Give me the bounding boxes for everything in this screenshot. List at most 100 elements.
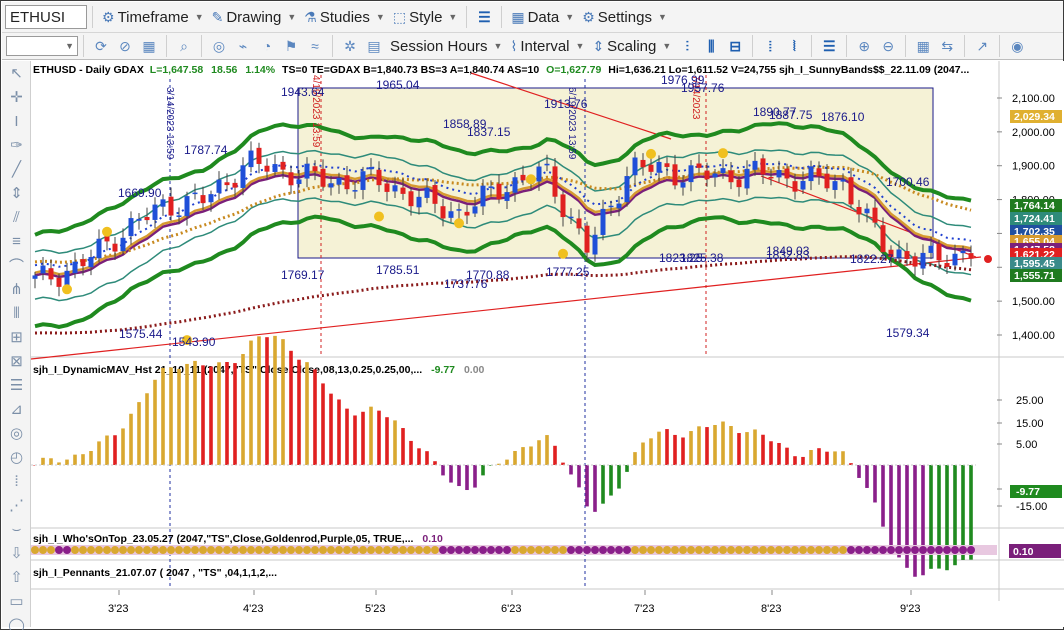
candle-body: [712, 173, 718, 178]
histogram-bar: [241, 354, 245, 465]
channel-tool-icon[interactable]: ⇕: [2, 181, 31, 205]
whos-on-top-dot: [807, 546, 815, 554]
candle-body: [200, 195, 206, 204]
chevron-down-icon: ▼: [65, 41, 74, 51]
interval-menu[interactable]: ⌇ Interval ▼: [506, 33, 588, 59]
whos-on-top-dot: [599, 546, 607, 554]
zoom-in-icon[interactable]: ⊕: [853, 35, 875, 57]
price-tick-label: 2,100.00: [1012, 93, 1055, 105]
layout-icon[interactable]: ☰: [473, 6, 495, 28]
histogram-bar: [809, 449, 813, 465]
alert-icon[interactable]: ⚑: [280, 35, 302, 57]
zoom-out-icon[interactable]: ⊖: [877, 35, 899, 57]
arc-tool-icon[interactable]: ⌒: [2, 253, 31, 277]
window-icon[interactable]: ☰: [818, 35, 840, 57]
timeframe-menu[interactable]: ⚙ Timeframe ▼: [98, 2, 208, 32]
candlestick-icon[interactable]: ⫼: [700, 35, 722, 57]
histogram-bar: [585, 465, 589, 507]
scaling-menu[interactable]: ⇕ Scaling ▼: [588, 33, 675, 59]
compress-bars-icon[interactable]: ⦚: [783, 35, 805, 57]
histogram-bar: [521, 447, 525, 465]
whos-on-top-dot: [175, 546, 183, 554]
properties-icon[interactable]: ✲: [339, 35, 361, 57]
whos-on-top-dot: [911, 546, 919, 554]
chart-area[interactable]: ETHUSD - Daily GDAX L=1,647.58 18.56 1.1…: [31, 61, 1064, 627]
format-icon[interactable]: ▤: [363, 35, 385, 57]
parallel-lines-tool-icon[interactable]: ⫽: [2, 205, 31, 229]
separator: [999, 35, 1001, 57]
pointer-tool-icon[interactable]: ↖: [2, 61, 31, 85]
template-select[interactable]: ▼: [6, 36, 78, 56]
data-window-icon[interactable]: ◔: [256, 35, 278, 57]
whos-on-top-dot: [335, 546, 343, 554]
trend-icon[interactable]: ↗: [971, 35, 993, 57]
settings-menu[interactable]: ⚙ Settings ▼: [578, 2, 671, 32]
price-annotation: 1943.64: [281, 85, 325, 99]
candle-body: [176, 215, 182, 217]
levels-tool-icon[interactable]: ☰: [2, 373, 31, 397]
whos-on-top-dot: [847, 546, 855, 554]
arrow-down-tool-icon[interactable]: ⇩: [2, 541, 31, 565]
candle-body: [520, 174, 526, 181]
candle-body: [224, 182, 230, 186]
pivot-dot: [62, 284, 72, 295]
bar-chart-icon[interactable]: ⫶: [676, 35, 698, 57]
crosshair-icon[interactable]: ◎: [208, 35, 230, 57]
histogram-bar: [625, 465, 629, 472]
style-menu[interactable]: ⬚ Style ▼: [389, 2, 462, 32]
candle-body: [472, 206, 478, 214]
spiral-tool-icon[interactable]: ◎: [2, 421, 31, 445]
pivot-dot: [374, 211, 384, 222]
symbol-input[interactable]: ETHUSI: [5, 5, 87, 29]
time-tick-label: 3'23: [108, 603, 128, 615]
indicator-icon[interactable]: ◉: [1006, 35, 1028, 57]
histogram-bar: [753, 429, 757, 465]
candle-body: [568, 216, 574, 219]
lines-icon[interactable]: ≈: [304, 35, 326, 57]
magnify-icon[interactable]: ⌕: [173, 35, 195, 57]
zoom-bars-icon[interactable]: ⦙: [759, 35, 781, 57]
grid-tool-icon[interactable]: ⊞: [2, 325, 31, 349]
arrow-up-tool-icon[interactable]: ⇧: [2, 565, 31, 589]
histogram-bar: [41, 457, 45, 465]
studies-menu[interactable]: ⚗ Studies ▼: [300, 2, 389, 32]
ellipse-tool-icon[interactable]: ◯: [2, 613, 31, 630]
data-menu[interactable]: ▦ Data ▼: [507, 2, 578, 32]
text-cursor-tool-icon[interactable]: I: [2, 109, 31, 133]
crosshair-tool-icon[interactable]: ✛: [2, 85, 31, 109]
rectangle-tool-icon[interactable]: ▭: [2, 589, 31, 613]
time-zone-tool-icon[interactable]: ⦙: [2, 469, 31, 493]
whos-on-top-dot: [423, 546, 431, 554]
candle-body: [280, 161, 286, 170]
session-hours-menu[interactable]: Session Hours ▼: [386, 33, 506, 59]
fibonacci-tool-icon[interactable]: ≡: [2, 229, 31, 253]
curve-tool-icon[interactable]: ⌣: [2, 517, 31, 541]
histogram-bar: [425, 451, 429, 465]
fan-tool-icon[interactable]: ⊿: [2, 397, 31, 421]
scaling-label: Scaling: [607, 37, 657, 55]
cursor-icon[interactable]: ⊘: [114, 35, 136, 57]
pitchfork-tool-icon[interactable]: ⋔: [2, 277, 31, 301]
grid-icon[interactable]: ▦: [138, 35, 160, 57]
speed-lines-tool-icon[interactable]: ⋰: [2, 493, 31, 517]
vertical-lines-tool-icon[interactable]: ⦀: [2, 301, 31, 325]
scroll-icon[interactable]: ⇆: [936, 35, 958, 57]
chevron-down-icon: ▼: [194, 12, 204, 22]
whos-on-top-dot: [759, 546, 767, 554]
wrench-tool-icon[interactable]: ✑: [2, 133, 31, 157]
cycle-tool-icon[interactable]: ◴: [2, 445, 31, 469]
refresh-icon[interactable]: ⟳: [90, 35, 112, 57]
line-tool-icon[interactable]: ╱: [2, 157, 31, 181]
candle-body: [728, 170, 734, 183]
chart-style-icon[interactable]: ⌁: [232, 35, 254, 57]
candle-body: [240, 165, 246, 188]
gann-tool-icon[interactable]: ⊠: [2, 349, 31, 373]
candle-body: [184, 196, 190, 217]
drawing-menu[interactable]: ✎ Drawing ▼: [208, 2, 301, 32]
price-badge-text: 1,724.41: [1014, 213, 1055, 225]
candle-body: [672, 164, 678, 186]
calendar-icon[interactable]: ▦: [912, 35, 934, 57]
hollow-candle-icon[interactable]: ⊟: [724, 35, 746, 57]
candle-body: [40, 265, 46, 274]
histogram-bar: [273, 335, 277, 465]
